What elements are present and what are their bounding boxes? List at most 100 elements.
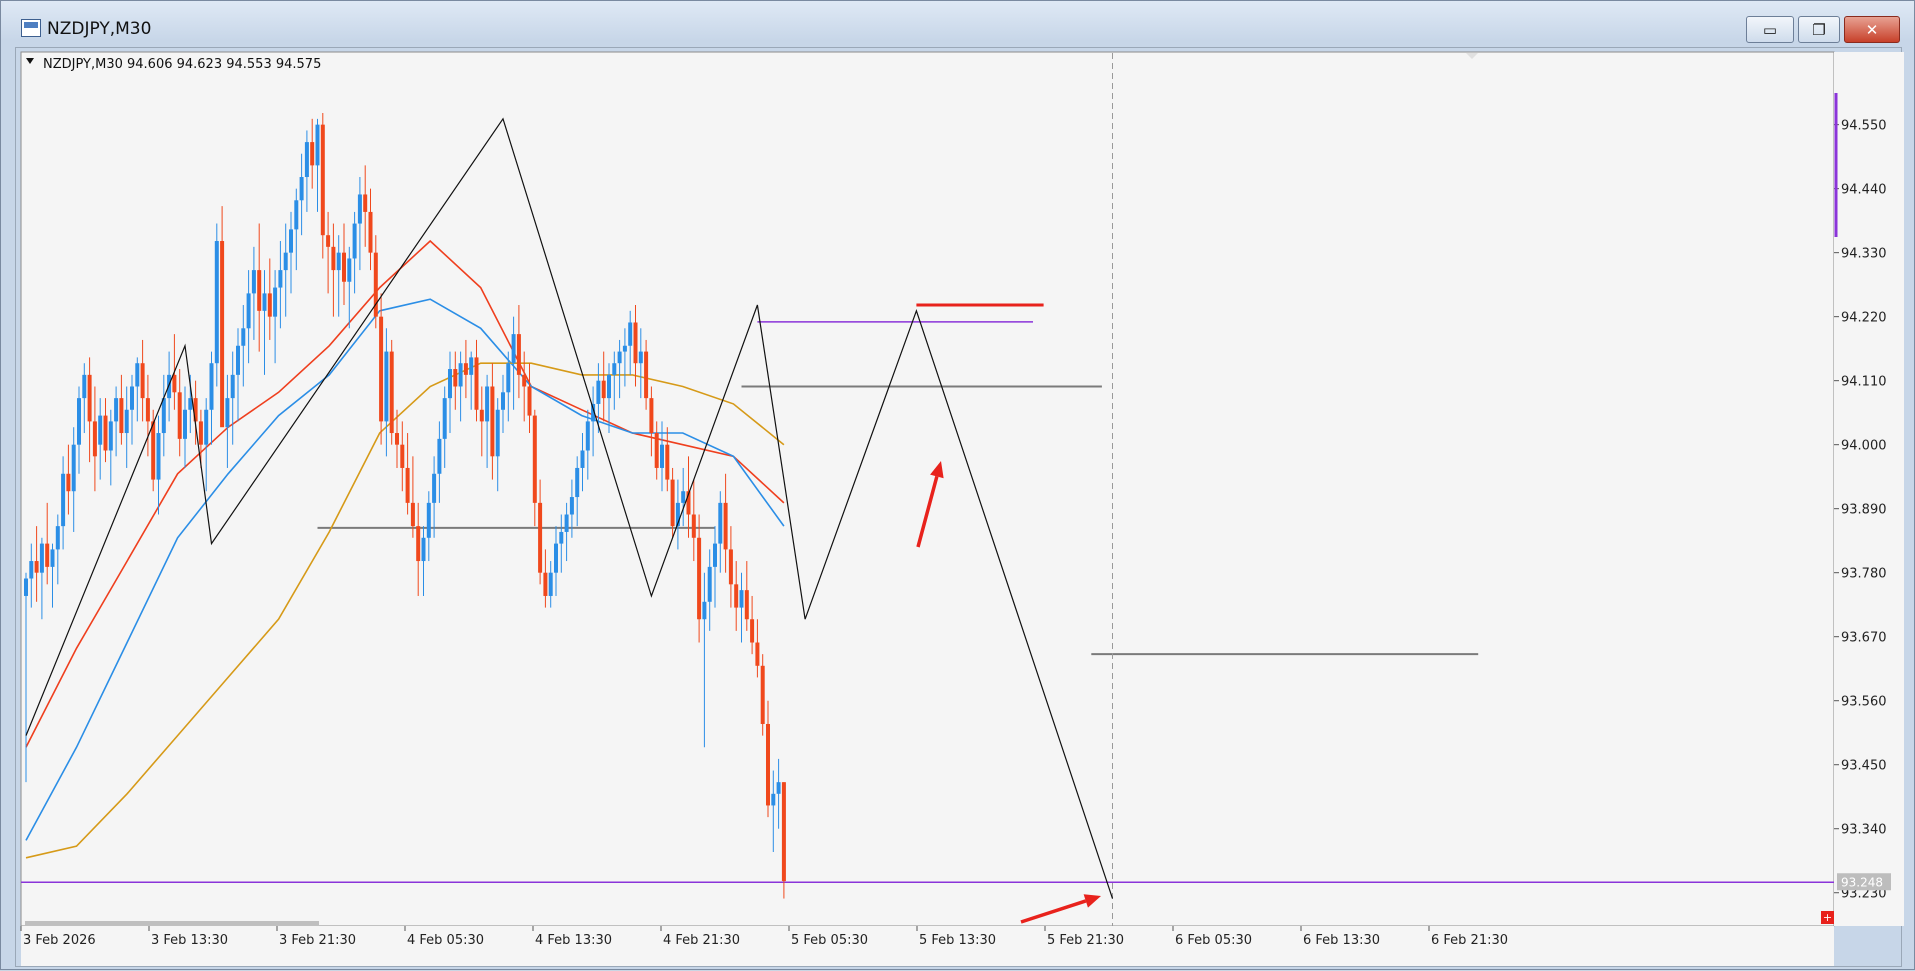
candle-body[interactable] — [622, 345, 627, 352]
candle-body[interactable] — [665, 444, 670, 480]
candle-body[interactable] — [527, 386, 532, 416]
candle-body[interactable] — [29, 561, 34, 579]
candle-body[interactable] — [320, 124, 325, 236]
candle-body[interactable] — [564, 514, 569, 532]
candle-body[interactable] — [755, 642, 760, 666]
candle-body[interactable] — [781, 782, 786, 882]
candle-body[interactable] — [697, 537, 702, 620]
candle-body[interactable] — [532, 415, 537, 503]
candle-body[interactable] — [495, 409, 500, 457]
candle-body[interactable] — [538, 502, 543, 573]
candle-body[interactable] — [691, 514, 696, 538]
candle-body[interactable] — [71, 444, 76, 492]
candle-body[interactable] — [766, 723, 770, 806]
candle-body[interactable] — [145, 398, 150, 422]
candle-body[interactable] — [453, 369, 458, 387]
candle-body[interactable] — [750, 619, 755, 643]
candle-body[interactable] — [702, 601, 707, 620]
candle-body[interactable] — [161, 398, 166, 434]
candle-body[interactable] — [24, 578, 28, 596]
candle-body[interactable] — [660, 444, 664, 468]
candle-body[interactable] — [151, 421, 156, 480]
candle-body[interactable] — [596, 380, 601, 404]
candle-body[interactable] — [368, 211, 373, 253]
candle-body[interactable] — [55, 526, 60, 550]
candle-body[interactable] — [670, 479, 675, 527]
candle-body[interactable] — [421, 537, 426, 562]
candle-body[interactable] — [400, 444, 405, 468]
candle-body[interactable] — [379, 316, 384, 422]
candle-body[interactable] — [294, 200, 299, 230]
candle-body[interactable] — [458, 363, 463, 387]
candle-body[interactable] — [289, 229, 293, 253]
candle-body[interactable] — [225, 398, 230, 428]
candle-body[interactable] — [612, 363, 617, 375]
candle-body[interactable] — [140, 363, 145, 399]
candle-body[interactable] — [395, 433, 399, 445]
candle-body[interactable] — [442, 398, 447, 439]
price-chart[interactable]: 94.550 94.440 94.330 94.220 94.110 94.000 93.8… — [1, 1, 1915, 971]
candle-body[interactable] — [135, 363, 140, 387]
candle-body[interactable] — [654, 433, 659, 468]
candle-body[interactable] — [410, 502, 415, 527]
candle-body[interactable] — [214, 241, 219, 364]
candle-body[interactable] — [437, 438, 442, 474]
candle-body[interactable] — [580, 450, 585, 468]
candle-body[interactable] — [543, 572, 548, 596]
candle-body[interactable] — [347, 258, 352, 282]
candle-body[interactable] — [628, 322, 633, 346]
candle-body[interactable] — [416, 526, 421, 562]
candle-body[interactable] — [220, 241, 225, 428]
candle-body[interactable] — [304, 142, 309, 178]
candle-body[interactable] — [34, 561, 39, 573]
candle-body[interactable] — [267, 293, 272, 317]
candle-body[interactable] — [734, 584, 739, 608]
candle-body[interactable] — [156, 433, 161, 480]
candle-body[interactable] — [463, 363, 468, 375]
candle-body[interactable] — [236, 345, 240, 375]
candle-body[interactable] — [474, 357, 479, 410]
candle-body[interactable] — [299, 177, 304, 201]
candle-body[interactable] — [331, 246, 336, 271]
candle-body[interactable] — [50, 549, 55, 567]
candle-body[interactable] — [66, 473, 71, 492]
candle-body[interactable] — [103, 415, 108, 451]
candle-body[interactable] — [516, 334, 521, 375]
candle-body[interactable] — [124, 409, 129, 434]
candle-body[interactable] — [638, 351, 643, 364]
candle-body[interactable] — [283, 252, 288, 271]
candle-body[interactable] — [204, 409, 209, 445]
candle-body[interactable] — [352, 223, 357, 259]
candle-body[interactable] — [198, 421, 203, 445]
candle-body[interactable] — [575, 467, 580, 498]
candle-body[interactable] — [601, 380, 606, 399]
candle-body[interactable] — [45, 543, 50, 567]
candle-body[interactable] — [559, 531, 564, 544]
candle-body[interactable] — [77, 398, 81, 445]
candle-body[interactable] — [469, 357, 474, 375]
candle-body[interactable] — [278, 270, 283, 288]
candle-body[interactable] — [251, 270, 256, 294]
candle-body[interactable] — [87, 374, 92, 422]
candle-body[interactable] — [501, 392, 505, 410]
candle-body[interactable] — [426, 502, 431, 538]
candle-body[interactable] — [262, 293, 267, 311]
candle-body[interactable] — [718, 502, 723, 544]
candle-body[interactable] — [569, 497, 574, 515]
candle-body[interactable] — [98, 415, 103, 445]
candle-body[interactable] — [681, 491, 686, 503]
candle-body[interactable] — [230, 374, 235, 399]
candle-body[interactable] — [82, 374, 87, 399]
candle-body[interactable] — [209, 363, 214, 410]
candle-body[interactable] — [554, 543, 558, 573]
candle-body[interactable] — [739, 590, 744, 608]
candle-body[interactable] — [707, 566, 712, 602]
candle-body[interactable] — [522, 374, 527, 387]
candle-body[interactable] — [448, 369, 452, 399]
candle-body[interactable] — [92, 421, 97, 457]
candle-body[interactable] — [723, 502, 728, 550]
candle-body[interactable] — [405, 467, 410, 503]
candle-body[interactable] — [389, 351, 394, 434]
candle-body[interactable] — [363, 194, 368, 212]
candle-body[interactable] — [384, 351, 389, 422]
